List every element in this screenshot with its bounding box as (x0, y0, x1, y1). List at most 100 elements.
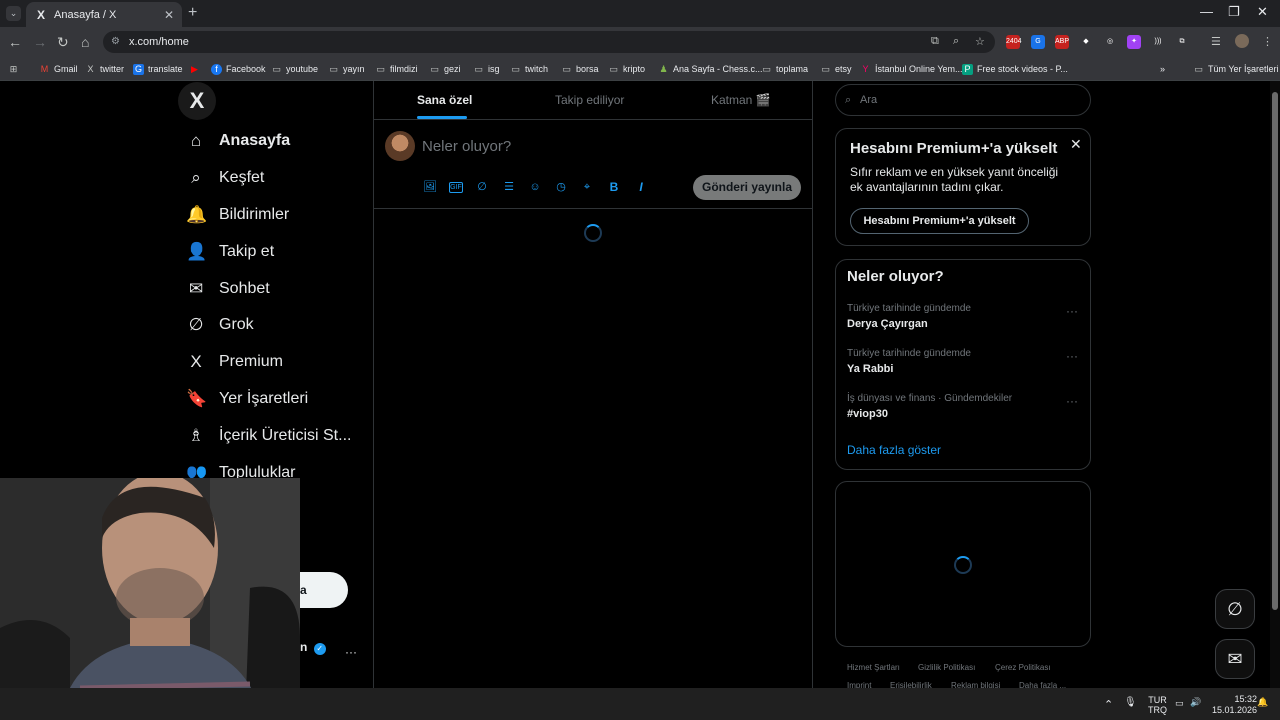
browser-tab-active[interactable]: X Anasayfa / X ✕ (26, 2, 182, 27)
bookmark-kripto[interactable]: ▭ kripto (608, 61, 645, 77)
bookmark-star-icon[interactable]: ☆ (975, 35, 985, 48)
italic-icon[interactable]: I (634, 180, 648, 194)
extensions-puzzle-icon[interactable]: ⧉ (1175, 35, 1189, 49)
show-more-link[interactable]: Daha fazla göster (847, 443, 941, 457)
notification-icon[interactable]: 🔔 (1257, 697, 1268, 708)
audio-extension-icon[interactable]: ))) (1151, 35, 1165, 49)
footer-link-hizmet-artlar[interactable]: Hizmet Şartları (847, 663, 900, 672)
bookmark-twitter[interactable]: Xtwitter (85, 61, 124, 77)
profile-avatar-icon[interactable] (1235, 34, 1249, 48)
search-input[interactable]: ⌕ Ara (835, 84, 1091, 116)
reading-list-icon[interactable]: ☰ (1211, 35, 1221, 48)
bookmark-video[interactable]: ▶ (189, 61, 204, 77)
sidebar-item-bildirimler[interactable]: 🔔 Bildirimler (186, 201, 289, 229)
emoji-icon[interactable]: ☺ (528, 180, 542, 194)
abp-extension-icon[interactable]: ABP (1055, 35, 1069, 49)
media-icon[interactable]: 🖼 (423, 180, 437, 194)
bookmark-borsa[interactable]: ▭ borsa (561, 61, 598, 77)
tab-katman[interactable]: Katman 🎬 (711, 93, 771, 107)
sidebar-item-i-erik-reticisi-st[interactable]: ♗ İçerik Üreticisi St... (186, 422, 351, 450)
microphone-icon[interactable]: 🎙 (1124, 697, 1137, 708)
bold-icon[interactable]: B (607, 180, 621, 194)
apps-grid-icon[interactable]: ⊞ (8, 61, 23, 77)
more-icon[interactable]: ··· (1066, 304, 1078, 318)
sidebar-item-grok[interactable]: ∅ Grok (186, 311, 254, 339)
new-tab-button[interactable]: + (188, 4, 197, 22)
minimize-button[interactable]: — (1200, 4, 1213, 19)
back-button[interactable]: ← (8, 34, 22, 50)
sidebar-item-takip-et[interactable]: 👤 Takip et (186, 238, 274, 266)
location-icon[interactable]: ⌖ (580, 180, 594, 194)
translate-extension-icon[interactable]: G (1031, 35, 1045, 49)
bookmark-etsy[interactable]: ▭ etsy (820, 61, 851, 77)
bookmark-facebook[interactable]: f Facebook (211, 61, 266, 77)
zoom-icon[interactable]: ⌕ (953, 35, 959, 48)
puzzle-pink-extension-icon[interactable]: ✦ (1127, 35, 1141, 49)
poll-icon[interactable]: ☰ (502, 180, 516, 194)
gif-icon[interactable]: GIF (449, 182, 463, 193)
page-scroll-thumb[interactable] (1272, 92, 1278, 610)
bookmark-translate[interactable]: Gtranslate (133, 61, 183, 77)
bookmark-toplama[interactable]: ▭ toplama (761, 61, 808, 77)
post-button[interactable]: Gönderi yayınla (693, 175, 801, 200)
browser-menu-icon[interactable]: ⋮ (1262, 35, 1273, 48)
bookmark-twitch[interactable]: ▭ twitch (510, 61, 548, 77)
sidebar-item-sohbet[interactable]: ✉ Sohbet (186, 275, 270, 303)
adblock-extension-icon[interactable]: 2404 (1006, 35, 1022, 49)
close-icon[interactable]: ✕ (1070, 136, 1082, 153)
footer-link-erez-politikas[interactable]: Çerez Politikası (995, 663, 1051, 672)
grok-fab-button[interactable]: ∅ (1215, 589, 1255, 629)
install-app-icon[interactable]: ⧉ (931, 35, 939, 48)
compose-input[interactable]: Neler oluyor? (422, 138, 511, 155)
bookmark-isg[interactable]: ▭ isg (473, 61, 499, 77)
sidebar-post-button[interactable]: a (300, 572, 348, 608)
volume-icon[interactable]: 🔊 (1190, 697, 1201, 708)
bookmark-gmail[interactable]: M Gmail (39, 61, 78, 77)
more-icon[interactable]: ··· (1066, 394, 1078, 408)
language-indicator[interactable]: TUR TRQ (1148, 695, 1167, 715)
sidebar-item-premium[interactable]: X Premium (186, 348, 283, 376)
network-icon[interactable]: ▭ (1175, 698, 1184, 709)
webcam-person-image (0, 478, 300, 720)
bookmark-free-stock-videos-p[interactable]: P Free stock videos - P... (962, 61, 1068, 77)
bookmark-favicon-icon: ▭ (376, 63, 385, 74)
window-close-button[interactable]: ✕ (1257, 4, 1268, 20)
all-bookmarks-folder[interactable]: ▭ Tüm Yer İşaretleri (1193, 61, 1278, 77)
sidebar-item-anasayfa[interactable]: ⌂ Anasayfa (186, 127, 290, 155)
bookmarks-overflow-button[interactable]: » (1160, 61, 1165, 77)
diamond-extension-icon[interactable]: ◆ (1079, 35, 1093, 49)
bookmark-youtube[interactable]: ▭ youtube (271, 61, 318, 77)
messages-fab-button[interactable]: ✉ (1215, 639, 1255, 679)
glasses-extension-icon[interactable]: ◎ (1103, 35, 1117, 49)
bookmark-yay-n[interactable]: ▭ yayın (328, 61, 364, 77)
tab-for-you[interactable]: Sana özel (417, 93, 472, 107)
sidebar-item-ke-fet[interactable]: ⌕ Keşfet (186, 164, 264, 192)
bookmark-gezi[interactable]: ▭ gezi (429, 61, 460, 77)
sidebar-item-yer-i-aretleri[interactable]: 🔖 Yer İşaretleri (186, 385, 308, 413)
premium-upgrade-button[interactable]: Hesabını Premium+'a yükselt (850, 208, 1029, 234)
x-logo-icon[interactable]: X (178, 82, 216, 120)
more-icon[interactable]: ··· (1066, 349, 1078, 363)
forward-button[interactable]: → (33, 34, 47, 50)
grok-compose-icon[interactable]: ∅ (475, 180, 489, 194)
maximize-button[interactable]: ❐ (1228, 4, 1240, 20)
tray-expand-icon[interactable]: ⌃ (1104, 698, 1113, 711)
trend-name[interactable]: Ya Rabbi (847, 363, 893, 375)
avatar[interactable] (385, 131, 415, 161)
clock[interactable]: 15:32 15.01.2026 (1212, 694, 1257, 716)
profile-more-icon[interactable]: ··· (345, 645, 357, 659)
tab-following[interactable]: Takip ediliyor (555, 93, 624, 107)
address-bar[interactable]: ⚙ x.com/home (103, 31, 995, 53)
tab-search-button[interactable]: ⌄ (6, 6, 21, 21)
footer-link-gizlilik-politikas[interactable]: Gizlilik Politikası (918, 663, 975, 672)
trend-name[interactable]: Derya Çayırgan (847, 318, 928, 330)
bookmark-i-stanbul-online-yem[interactable]: Y İstanbul Online Yem... (860, 61, 962, 77)
reload-button[interactable]: ↻ (57, 34, 69, 50)
home-button[interactable]: ⌂ (81, 34, 89, 50)
bookmark-ana-sayfa-chess-c[interactable]: ♟ Ana Sayfa - Chess.c... (658, 61, 762, 77)
tab-close-icon[interactable]: ✕ (164, 8, 174, 22)
trend-name[interactable]: #viop30 (847, 408, 888, 420)
site-info-icon[interactable]: ⚙ (111, 31, 120, 53)
schedule-icon[interactable]: ◷ (554, 180, 568, 194)
bookmark-filmdizi[interactable]: ▭ filmdizi (375, 61, 417, 77)
